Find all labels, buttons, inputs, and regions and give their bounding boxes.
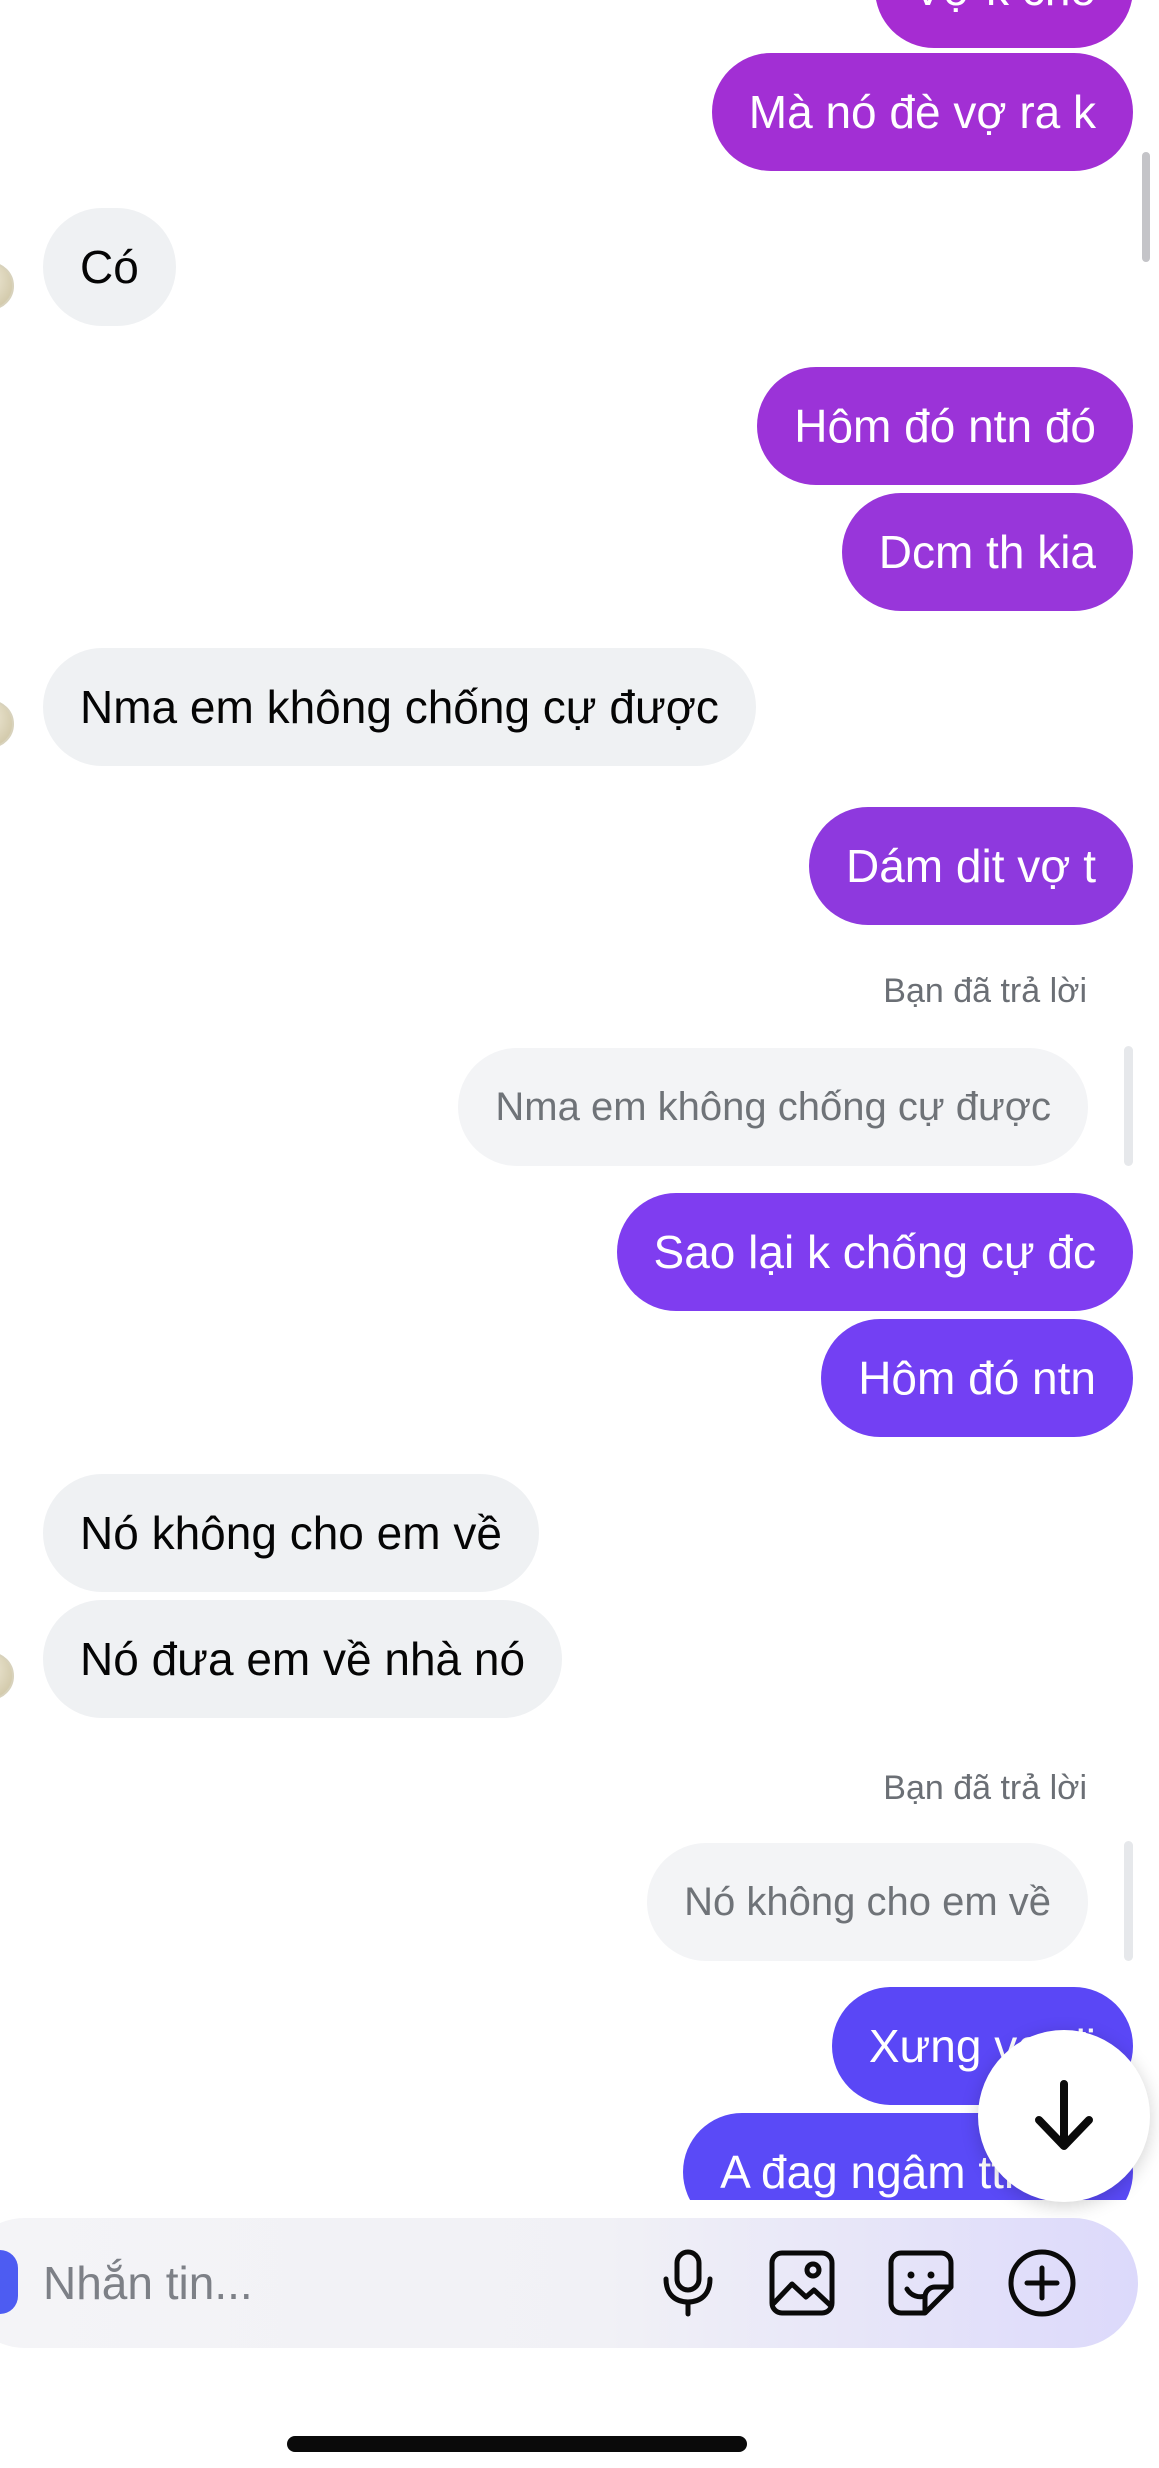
- sticker-icon: [888, 2250, 954, 2316]
- gallery-button[interactable]: [764, 2245, 840, 2321]
- scroll-to-bottom-button[interactable]: [978, 2030, 1150, 2202]
- message-incoming[interactable]: Nó đưa em về nhà nó: [43, 1600, 563, 1718]
- reply-note: Bạn đã trả lời: [883, 1769, 1087, 1807]
- message-outgoing[interactable]: Dcm th kia: [841, 493, 1133, 611]
- message-outgoing[interactable]: Dám dit vợ t: [809, 807, 1133, 925]
- message-outgoing[interactable]: Hôm đó ntn đó: [757, 367, 1133, 485]
- microphone-icon: [663, 2249, 713, 2317]
- message-incoming[interactable]: Nó không cho em về: [43, 1474, 539, 1592]
- message-outgoing[interactable]: Vợ k cho: [875, 0, 1133, 48]
- message-outgoing[interactable]: Sao lại k chống cự đc: [616, 1193, 1133, 1311]
- quoted-message[interactable]: Nó không cho em về: [647, 1843, 1088, 1961]
- composer-left-button[interactable]: [0, 2250, 18, 2314]
- message-input[interactable]: [43, 2245, 603, 2321]
- reply-bar: [1124, 1841, 1133, 1961]
- microphone-button[interactable]: [650, 2245, 726, 2321]
- reply-note: Bạn đã trả lời: [883, 972, 1087, 1010]
- message-outgoing[interactable]: Mà nó đè vợ ra k: [711, 53, 1133, 171]
- more-options-button[interactable]: [1004, 2245, 1080, 2321]
- contact-avatar[interactable]: [0, 1652, 14, 1700]
- message-thread[interactable]: Vợ k cho Mà nó đè vợ ra k Có Hôm đó ntn …: [0, 0, 1159, 2200]
- contact-avatar[interactable]: [0, 700, 14, 748]
- image-icon: [769, 2250, 835, 2316]
- message-incoming[interactable]: Có: [43, 208, 176, 326]
- scrollbar[interactable]: [1142, 152, 1150, 262]
- sticker-button[interactable]: [883, 2245, 959, 2321]
- arrow-down-icon: [1035, 2080, 1093, 2150]
- plus-circle-icon: [1008, 2249, 1076, 2317]
- message-outgoing[interactable]: Hôm đó ntn: [821, 1319, 1133, 1437]
- contact-avatar[interactable]: [0, 262, 14, 310]
- quoted-message[interactable]: Nma em không chống cự được: [458, 1048, 1088, 1166]
- home-indicator: [287, 2436, 747, 2452]
- reply-bar: [1124, 1046, 1133, 1166]
- message-incoming[interactable]: Nma em không chống cự được: [43, 648, 756, 766]
